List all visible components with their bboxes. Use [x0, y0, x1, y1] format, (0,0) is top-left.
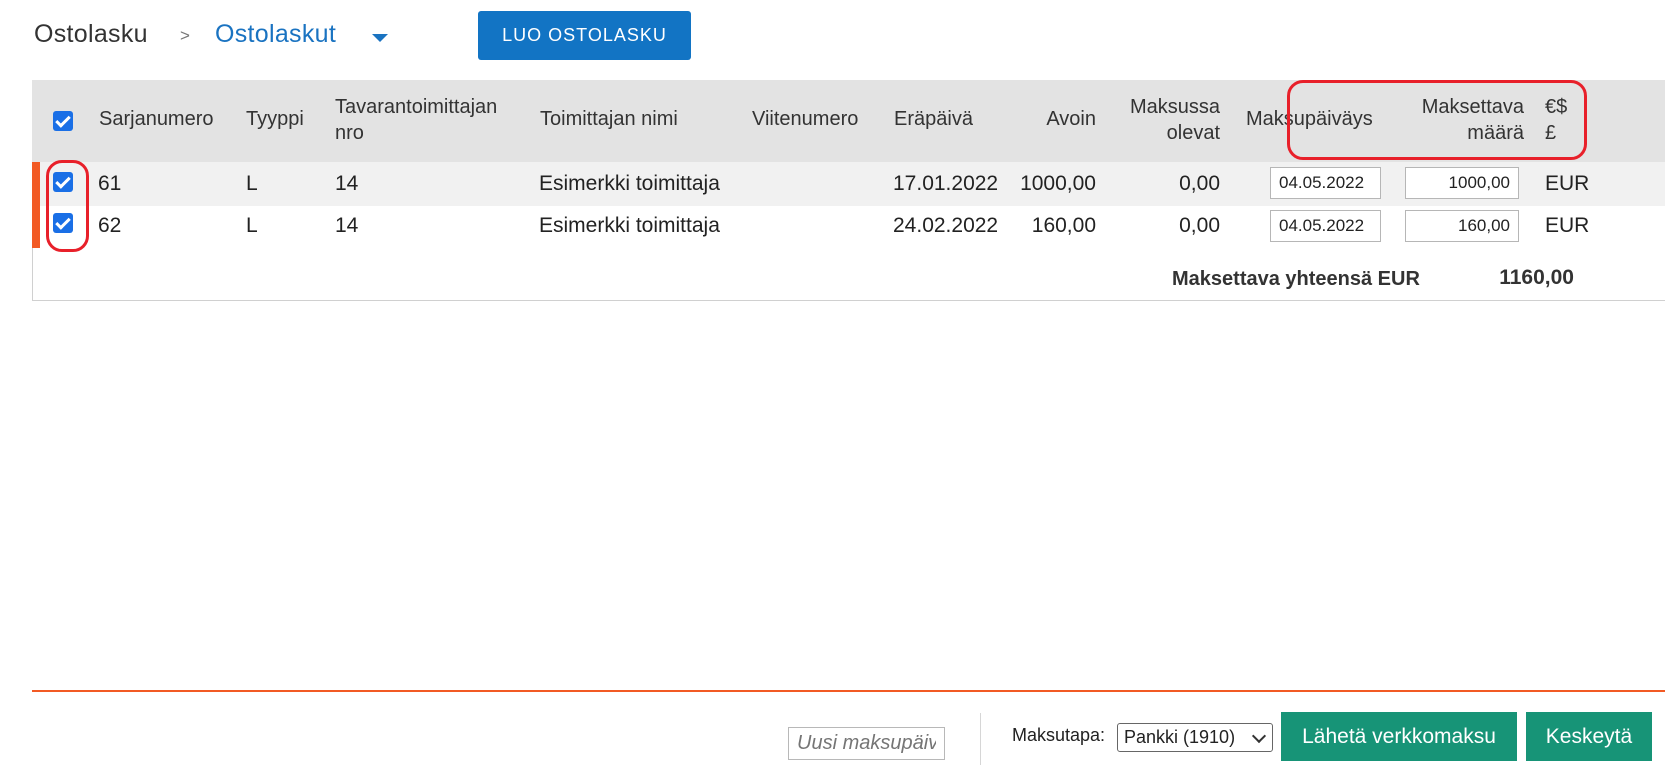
col-header-supplier-no[interactable]: Tavarantoimittajan nro	[335, 94, 497, 146]
payment-date-input[interactable]	[1270, 167, 1381, 199]
total-payable-label: Maksettava yhteensä EUR	[1172, 268, 1420, 290]
col-header-reference[interactable]: Viitenumero	[752, 106, 858, 132]
col-header-type[interactable]: Tyyppi	[246, 106, 304, 132]
col-header-supplier-no-line1: Tavarantoimittajan	[335, 96, 498, 118]
col-header-open[interactable]: Avoin	[1000, 106, 1096, 132]
payable-amount-input[interactable]	[1405, 210, 1519, 242]
col-header-supplier-name[interactable]: Toimittajan nimi	[540, 106, 678, 132]
payable-amount-input[interactable]	[1405, 167, 1519, 199]
breadcrumb-current[interactable]: Ostolaskut	[215, 20, 336, 49]
cell-due-date: 24.02.2022	[893, 214, 999, 237]
cell-serial: 61	[98, 172, 122, 195]
cell-supplier-no: 14	[335, 172, 359, 195]
cell-type: L	[246, 214, 258, 237]
cell-currency: EUR	[1545, 214, 1590, 237]
payment-columns-highlight	[1287, 80, 1587, 160]
checkbox-highlight	[46, 160, 89, 252]
col-header-supplier-no-line2: nro	[335, 122, 364, 144]
chevron-down-icon[interactable]	[372, 34, 388, 42]
purchase-invoices-page: Ostolasku > Ostolaskut LUO OSTOLASKU Sar…	[0, 0, 1665, 771]
cell-open: 1000,00	[1020, 172, 1096, 195]
cell-type: L	[246, 172, 258, 195]
send-online-payment-button[interactable]: Lähetä verkkomaksu	[1281, 712, 1517, 761]
cell-in-payment: 0,00	[1179, 172, 1220, 195]
col-header-due-date[interactable]: Eräpäivä	[894, 106, 973, 132]
payment-method-label: Maksutapa:	[1012, 725, 1106, 745]
total-payable-value: 1160,00	[1499, 266, 1574, 289]
cell-supplier-name: Esimerkki toimittaja	[539, 172, 720, 195]
cell-currency: EUR	[1545, 172, 1590, 195]
cell-supplier-name: Esimerkki toimittaja	[539, 214, 720, 237]
col-header-in-payment-line1: Maksussa	[1129, 96, 1220, 118]
payment-method-select[interactable]: Pankki (1910)	[1117, 723, 1273, 752]
breadcrumb-separator: >	[180, 26, 190, 45]
payment-date-input[interactable]	[1270, 210, 1381, 242]
new-payment-date-input[interactable]	[788, 727, 945, 760]
breadcrumb-root[interactable]: Ostolasku	[34, 20, 148, 49]
cell-supplier-no: 14	[335, 214, 359, 237]
col-header-in-payment[interactable]: Maksussa olevat	[1100, 94, 1220, 146]
create-purchase-invoice-button[interactable]: LUO OSTOLASKU	[478, 11, 691, 60]
col-header-serial[interactable]: Sarjanumero	[99, 106, 214, 132]
chevron-down-icon	[1251, 728, 1267, 744]
cancel-button[interactable]: Keskeytä	[1526, 712, 1652, 761]
cell-open: 160,00	[1031, 214, 1096, 237]
col-header-in-payment-line2: olevat	[1166, 122, 1220, 144]
select-all-checkbox[interactable]	[53, 111, 73, 131]
cell-in-payment: 0,00	[1179, 214, 1220, 237]
cell-due-date: 17.01.2022	[893, 172, 999, 195]
payment-method-value: Pankki (1910)	[1124, 727, 1236, 747]
cell-serial: 62	[98, 214, 122, 237]
selected-rows-marker	[32, 162, 40, 248]
footer-separator	[980, 713, 981, 765]
